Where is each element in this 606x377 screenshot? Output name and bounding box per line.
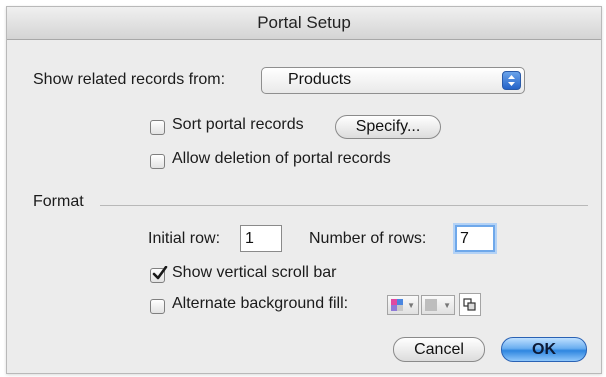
specify-button[interactable]: Specify... [335, 115, 441, 139]
fill-pattern-picker[interactable]: ▼ [421, 295, 455, 315]
title-bar: Portal Setup [7, 7, 601, 40]
checkmark-icon [152, 266, 168, 280]
format-section-label: Format [33, 193, 84, 210]
number-of-rows-field[interactable]: 7 [455, 225, 495, 252]
allow-deletion-label: Allow deletion of portal records [172, 150, 391, 167]
popup-arrows-icon [502, 71, 521, 90]
vertical-scroll-bar-label: Show vertical scroll bar [172, 264, 337, 281]
initial-row-field[interactable]: 1 [240, 225, 282, 252]
ok-button[interactable]: OK [501, 337, 587, 362]
related-table-value: Products [288, 71, 352, 88]
pattern-icon [425, 299, 437, 311]
alternate-fill-checkbox[interactable] [150, 299, 165, 314]
sort-portal-records-checkbox[interactable] [150, 120, 165, 135]
layers-icon [463, 298, 476, 311]
chevron-down-icon: ▼ [443, 301, 451, 310]
portal-setup-dialog: Portal Setup Show related records from: … [6, 6, 602, 374]
allow-deletion-checkbox[interactable] [150, 154, 165, 169]
chevron-down-icon: ▼ [407, 301, 415, 310]
number-of-rows-label: Number of rows: [309, 230, 427, 247]
related-records-label: Show related records from: [33, 71, 226, 88]
related-table-popup[interactable]: Products [261, 67, 525, 94]
format-separator [100, 205, 588, 206]
color-palette-icon [391, 299, 403, 311]
alternate-fill-label: Alternate background fill: [172, 295, 349, 312]
dialog-body: Show related records from: Products Sort… [7, 40, 601, 373]
fill-color-picker[interactable]: ▼ [387, 295, 419, 315]
cancel-button[interactable]: Cancel [393, 337, 485, 362]
sort-portal-records-label: Sort portal records [172, 116, 304, 133]
window-title: Portal Setup [257, 13, 351, 32]
fill-options-button[interactable] [459, 293, 481, 316]
initial-row-label: Initial row: [148, 230, 221, 247]
vertical-scroll-bar-checkbox[interactable] [150, 266, 168, 283]
